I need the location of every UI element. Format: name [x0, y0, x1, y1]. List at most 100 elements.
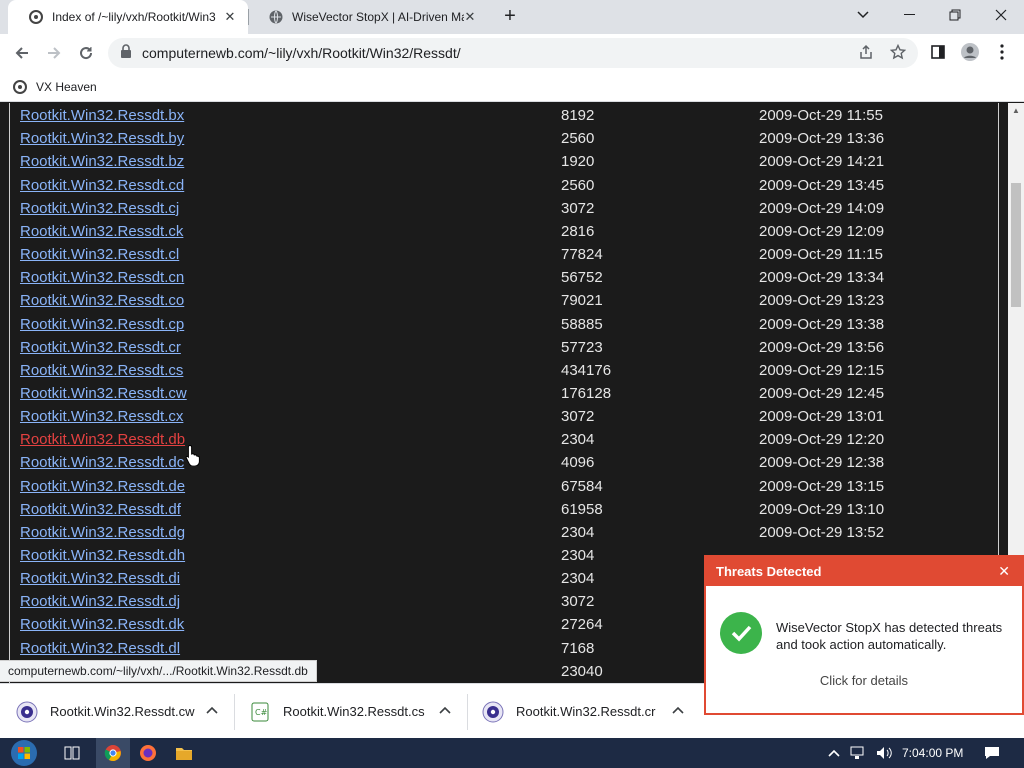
download-item[interactable]: Rootkit.Win32.Ressdt.cr — [482, 684, 698, 739]
file-size: 67584 — [561, 477, 603, 495]
hand-cursor-icon — [184, 444, 202, 467]
scrollbar-thumb[interactable] — [1011, 183, 1021, 307]
file-link[interactable]: Rootkit.Win32.Ressdt.cw — [20, 385, 187, 402]
details-link[interactable]: Click for details — [706, 673, 1022, 688]
table-row: Rootkit.Win32.Ressdt.cn 56752 2009-Oct-29 … — [10, 266, 998, 289]
file-size: 61958 — [561, 500, 603, 518]
chevron-up-icon[interactable] — [439, 703, 451, 717]
threat-notification[interactable]: Threats Detected ✕ WiseVector StopX has … — [704, 555, 1024, 715]
task-view-icon[interactable] — [58, 738, 86, 768]
chevron-up-icon[interactable] — [826, 738, 842, 768]
divider — [467, 694, 468, 730]
file-link[interactable]: Rootkit.Win32.Ressdt.by — [20, 130, 184, 147]
taskbar: 7:04:00 PM — [0, 738, 1024, 768]
tab-close-icon[interactable]: ✕ — [462, 9, 478, 25]
file-link[interactable]: Rootkit.Win32.Ressdt.cd — [20, 177, 184, 194]
file-size: 1920 — [561, 153, 595, 171]
forward-button[interactable] — [40, 39, 68, 67]
tab-title: WiseVector StopX | AI-Driven Ma — [292, 10, 464, 24]
tab-title: Index of /~lily/vxh/Rootkit/Win3 — [52, 10, 216, 24]
profile-avatar-icon[interactable] — [956, 38, 984, 66]
file-link[interactable]: Rootkit.Win32.Ressdt.bz — [20, 153, 184, 170]
chevron-up-icon[interactable] — [672, 703, 684, 717]
link-status-bar: computernewb.com/~lily/vxh/.../Rootkit.W… — [0, 660, 317, 682]
file-link[interactable]: Rootkit.Win32.Ressdt.co — [20, 292, 184, 309]
tab-index-listing[interactable]: Index of /~lily/vxh/Rootkit/Win3 ✕ — [8, 0, 248, 34]
chrome-taskbar-icon[interactable] — [96, 738, 130, 768]
close-window-button[interactable] — [978, 0, 1024, 30]
table-row: Rootkit.Win32.Ressdt.bz 1920 2009-Oct-29 1… — [10, 150, 998, 173]
file-link[interactable]: Rootkit.Win32.Ressdt.cx — [20, 408, 183, 425]
tab-wisevector[interactable]: WiseVector StopX | AI-Driven Ma ✕ — [248, 0, 488, 34]
file-size: 79021 — [561, 292, 603, 310]
reload-button[interactable] — [72, 39, 100, 67]
file-link[interactable]: Rootkit.Win32.Ressdt.dg — [20, 524, 185, 541]
chevron-up-icon[interactable] — [206, 703, 218, 717]
file-date: 2009-Oct-29 13:34 — [759, 269, 885, 287]
file-link[interactable]: Rootkit.Win32.Ressdt.cj — [20, 200, 179, 217]
file-date: 2009-Oct-29 13:15 — [759, 477, 885, 495]
file-date: 2009-Oct-29 13:38 — [759, 315, 885, 333]
file-link[interactable]: Rootkit.Win32.Ressdt.di — [20, 570, 180, 587]
tab-search-icon[interactable] — [840, 0, 886, 30]
side-panel-icon[interactable] — [924, 38, 952, 66]
file-link[interactable]: Rootkit.Win32.Ressdt.de — [20, 478, 185, 495]
file-link[interactable]: Rootkit.Win32.Ressdt.cn — [20, 269, 184, 286]
download-item[interactable]: Rootkit.Win32.Ressdt.cw — [16, 684, 235, 739]
site-favicon-icon — [28, 9, 44, 25]
bookmark-label: VX Heaven — [36, 80, 97, 94]
close-icon[interactable]: ✕ — [998, 562, 1010, 580]
browser-tab-strip: Index of /~lily/vxh/Rootkit/Win3 ✕ WiseV… — [0, 0, 1024, 34]
file-link[interactable]: Rootkit.Win32.Ressdt.db — [20, 431, 185, 448]
file-explorer-icon[interactable] — [170, 738, 198, 768]
file-date: 2009-Oct-29 13:01 — [759, 408, 885, 426]
share-icon[interactable] — [852, 38, 880, 66]
volume-icon[interactable] — [872, 738, 896, 768]
table-row: Rootkit.Win32.Ressdt.db 2304 2009-Oct-29 1… — [10, 428, 998, 451]
url-text[interactable]: computernewb.com/~lily/vxh/Rootkit/Win32… — [142, 45, 461, 61]
table-row: Rootkit.Win32.Ressdt.cs 434176 2009-Oct-29… — [10, 359, 998, 382]
network-icon[interactable] — [846, 738, 870, 768]
menu-kebab-icon[interactable] — [988, 38, 1016, 66]
file-size: 7168 — [561, 639, 595, 657]
tab-close-icon[interactable]: ✕ — [222, 9, 238, 25]
start-button[interactable] — [4, 738, 44, 768]
file-size: 2304 — [561, 523, 595, 541]
back-button[interactable] — [8, 39, 36, 67]
minimize-button[interactable] — [886, 0, 932, 30]
file-size: 2304 — [561, 547, 595, 564]
scroll-up-icon[interactable]: ▲ — [1008, 103, 1024, 119]
taskbar-clock[interactable]: 7:04:00 PM — [902, 738, 963, 768]
file-link[interactable]: Rootkit.Win32.Ressdt.dc — [20, 454, 184, 471]
file-link[interactable]: Rootkit.Win32.Ressdt.cp — [20, 316, 184, 333]
file-link[interactable]: Rootkit.Win32.Ressdt.dh — [20, 547, 185, 564]
file-link[interactable]: Rootkit.Win32.Ressdt.cr — [20, 339, 181, 356]
bookmark-vx-heaven[interactable]: VX Heaven — [12, 76, 97, 98]
file-link[interactable]: Rootkit.Win32.Ressdt.cl — [20, 246, 179, 263]
restore-button[interactable] — [932, 0, 978, 30]
download-item[interactable]: C# Rootkit.Win32.Ressdt.cs — [249, 684, 468, 739]
file-size: 23040 — [561, 662, 603, 680]
address-bar[interactable]: computernewb.com/~lily/vxh/Rootkit/Win32… — [108, 38, 918, 68]
file-link[interactable]: Rootkit.Win32.Ressdt.bx — [20, 107, 184, 124]
firefox-taskbar-icon[interactable] — [134, 738, 162, 768]
new-tab-button[interactable]: + — [498, 5, 522, 29]
bookmark-star-icon[interactable] — [884, 38, 912, 66]
file-link[interactable]: Rootkit.Win32.Ressdt.df — [20, 501, 181, 518]
file-date: 2009-Oct-29 13:52 — [759, 523, 885, 541]
browser-toolbar: computernewb.com/~lily/vxh/Rootkit/Win32… — [0, 34, 1024, 72]
notifications-icon[interactable] — [980, 738, 1004, 768]
tab-separator — [248, 9, 249, 25]
file-link[interactable]: Rootkit.Win32.Ressdt.ck — [20, 223, 183, 240]
table-row: Rootkit.Win32.Ressdt.cd 2560 2009-Oct-29 1… — [10, 174, 998, 197]
file-link[interactable]: Rootkit.Win32.Ressdt.dk — [20, 616, 184, 633]
file-date: 2009-Oct-29 13:36 — [759, 130, 885, 148]
file-link[interactable]: Rootkit.Win32.Ressdt.cs — [20, 362, 183, 379]
table-row: Rootkit.Win32.Ressdt.by 2560 2009-Oct-29 1… — [10, 127, 998, 150]
file-link[interactable]: Rootkit.Win32.Ressdt.dj — [20, 593, 180, 610]
site-favicon-icon — [12, 79, 28, 95]
file-link[interactable]: Rootkit.Win32.Ressdt.dl — [20, 640, 180, 657]
file-date: 2009-Oct-29 12:09 — [759, 222, 885, 240]
lock-icon[interactable] — [120, 43, 132, 63]
file-size: 56752 — [561, 269, 603, 287]
